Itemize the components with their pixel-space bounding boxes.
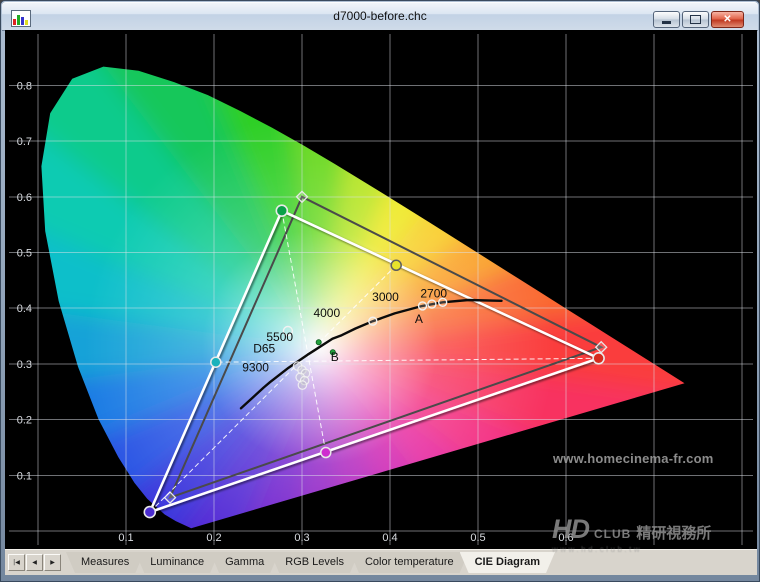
prev-tab-button[interactable]: ◀ [26,554,43,571]
tabs: MeasuresLuminanceGammaRGB LevelsColor te… [66,552,555,573]
primary-blue-marker [144,507,155,518]
tab-measures[interactable]: Measures [66,552,144,573]
window-controls: ✕ [653,11,744,28]
y-tick-0.1: 0.1 [17,470,32,482]
cie-diagram: 9300D655500B40003000A2700 0.80.70.60.50.… [5,30,757,549]
tab-bar: |◀◀▶ MeasuresLuminanceGammaRGB LevelsCol… [5,549,757,575]
first-tab-button[interactable]: |◀ [8,554,25,571]
x-tick-0.2: 0.2 [206,532,221,544]
tab-gamma[interactable]: Gamma [210,552,279,573]
white-measure-point-5 [298,381,306,389]
tab-color-temperature[interactable]: Color temperature [350,552,469,573]
cie-label-B: B [331,350,339,364]
minimize-icon [662,21,671,24]
cie-label-2700: 2700 [420,286,447,300]
tab-nav: |◀◀▶ [8,554,61,571]
y-tick-0.7: 0.7 [17,136,32,148]
illuminant-3000-marker [419,302,427,310]
primary-green-marker [276,205,287,216]
x-tick-0.6: 0.6 [558,532,573,544]
secondary-cyan-marker [211,357,221,367]
primary-red-marker [593,353,604,364]
cie-label-3000: 3000 [372,290,399,304]
cie-label-5500: 5500 [266,330,293,344]
title-bar[interactable]: d7000-before.chc ✕ [2,2,758,31]
illuminant-A-marker [428,300,436,308]
illuminant-5500-dot [316,340,321,345]
y-tick-0.4: 0.4 [17,303,32,315]
tab-luminance[interactable]: Luminance [135,552,219,573]
y-tick-0.2: 0.2 [17,415,32,427]
close-icon: ✕ [723,14,731,25]
cie-label-9300: 9300 [242,361,269,375]
app-window: d7000-before.chc ✕ [0,0,760,582]
illuminant-4000-marker [369,317,377,325]
cie-label-A: A [415,312,423,326]
x-tick-0.3: 0.3 [294,532,309,544]
tab-rgb-levels[interactable]: RGB Levels [270,552,359,573]
y-tick-0.6: 0.6 [17,192,32,204]
window-title: d7000-before.chc [2,9,758,23]
tab-cie-diagram[interactable]: CIE Diagram [460,552,555,573]
x-tick-0.4: 0.4 [382,532,397,544]
y-tick-0.8: 0.8 [17,80,32,92]
x-tick-0.1: 0.1 [118,532,133,544]
secondary-magenta-marker [321,448,331,458]
cie-plot-area: 9300D655500B40003000A2700 0.80.70.60.50.… [5,30,757,549]
y-tick-0.3: 0.3 [17,359,32,371]
close-button[interactable]: ✕ [711,11,744,28]
next-tab-button[interactable]: ▶ [44,554,61,571]
minimize-button[interactable] [653,11,680,28]
x-tick-0.5: 0.5 [470,532,485,544]
secondary-yellow-marker [391,260,401,270]
maximize-button[interactable] [682,11,709,28]
y-tick-0.5: 0.5 [17,248,32,260]
cie-label-4000: 4000 [313,306,340,320]
maximize-icon [690,15,701,24]
